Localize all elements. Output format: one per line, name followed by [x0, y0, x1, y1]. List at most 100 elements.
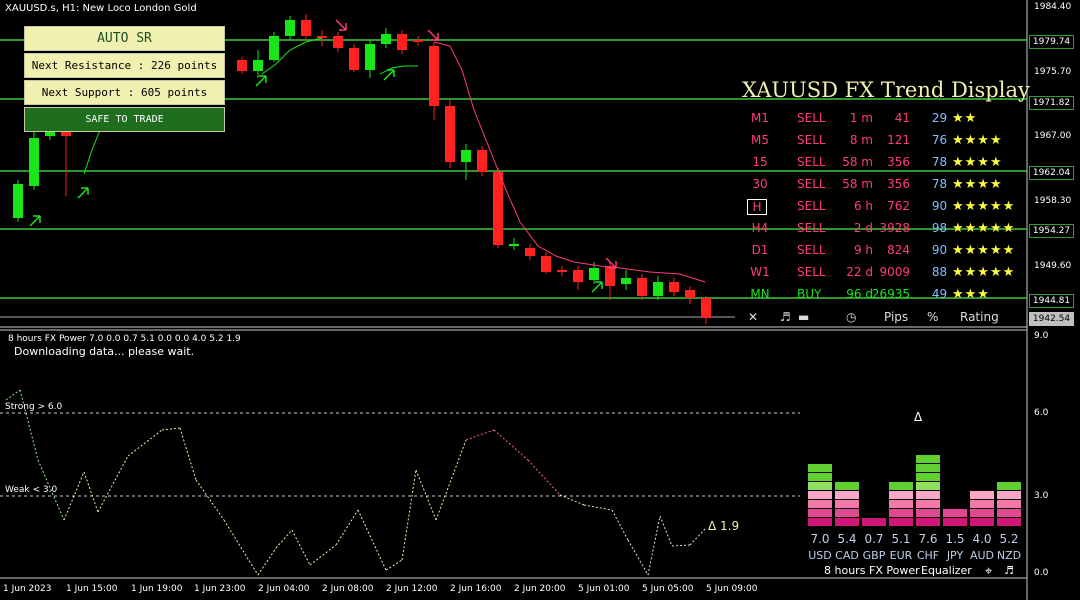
line-icon[interactable]: ▬: [798, 310, 809, 324]
candle-body: [509, 244, 519, 246]
power-line: [97, 455, 129, 513]
eq-bar-segment: [997, 482, 1021, 490]
time-tick: 2 Jun 20:00: [514, 584, 566, 594]
power-line: [611, 509, 629, 541]
eq-bar-segment: [997, 518, 1021, 526]
current-price-tag: 1942.54: [1029, 312, 1074, 326]
sell-arrow-icon: [335, 19, 347, 31]
eq-currency: CHF: [916, 549, 940, 562]
trend-timeframe[interactable]: M5: [745, 133, 775, 147]
eq-currency: NZD: [996, 549, 1022, 562]
symbol-title: XAUUSD.s, H1: New Loco London Gold: [5, 3, 197, 14]
eq-bar-segment: [835, 491, 859, 499]
eq-bar-segment: [808, 500, 832, 508]
eq-mode[interactable]: Equalizer: [921, 564, 972, 577]
pips-header[interactable]: Pips: [884, 310, 908, 324]
time-tick: 5 Jun 01:00: [578, 584, 630, 594]
candle-body: [413, 40, 423, 42]
power-line: [179, 427, 197, 481]
level-price-tag: 1979.74: [1029, 35, 1074, 49]
eq-currency: AUD: [969, 549, 995, 562]
level-price-tag: 1962.04: [1029, 166, 1074, 180]
eq-bar-segment: [970, 491, 994, 499]
next-resistance: Next Resistance : 226 points: [24, 53, 225, 78]
candle-body: [477, 150, 487, 172]
power-line: [309, 544, 337, 566]
trend-timeframe[interactable]: M1: [745, 111, 775, 125]
level-price-tag: 1971.82: [1029, 96, 1074, 110]
power-line: [401, 469, 417, 561]
time-tick: 2 Jun 04:00: [258, 584, 310, 594]
candle-body: [13, 184, 23, 218]
trend-row: M5 SELL 8 m 121 76 ★★★★: [745, 133, 1030, 153]
trend-timeframe[interactable]: H4: [745, 221, 775, 235]
eq-value: 1.5: [945, 532, 965, 546]
indicator-title: 8 hours FX Power 7.0 0.0 0.7 5.1 0.0 0.0…: [8, 334, 241, 344]
trend-timeframe[interactable]: 30: [745, 177, 775, 191]
trend-percent: 78: [931, 177, 948, 191]
bullish-ma-line: [379, 65, 418, 75]
crosshair-icon[interactable]: ⌖: [985, 564, 992, 579]
time-tick: 1 Jun 15:00: [66, 584, 118, 594]
eq-bar-segment: [808, 491, 832, 499]
candle-body: [605, 266, 615, 286]
candle-body: [301, 20, 311, 36]
eq-bar-segment: [916, 491, 940, 499]
bearish-ma-line: [433, 41, 706, 283]
power-line: [647, 515, 661, 576]
power-line: [493, 429, 529, 461]
eq-value: 5.4: [837, 532, 857, 546]
rating-header[interactable]: Rating: [960, 310, 999, 324]
power-line: [291, 529, 311, 566]
sound-icon[interactable]: ♬: [780, 310, 791, 324]
trend-pips: 26935: [871, 287, 910, 301]
power-line: [127, 429, 163, 457]
eq-bar-segment: [970, 500, 994, 508]
eq-bar-segment: [835, 509, 859, 517]
eq-bar-segment: [997, 509, 1021, 517]
power-line: [257, 547, 277, 576]
power-line: [385, 559, 403, 571]
eq-bar-segment: [808, 518, 832, 526]
eq-sound-icon[interactable]: ♬: [1004, 564, 1014, 577]
buy-arrow-icon: [77, 187, 89, 199]
eq-bar-segment: [808, 473, 832, 481]
trend-row: D1 SELL 9 h 824 90 ★★★★★: [745, 243, 1030, 263]
level-price-tag: 1954.27: [1029, 224, 1074, 238]
percent-header[interactable]: %: [927, 310, 938, 324]
eq-bar-segment: [916, 464, 940, 472]
trend-row: H SELL 6 h 762 90 ★★★★★: [745, 199, 1030, 219]
eq-bar-segment: [835, 500, 859, 508]
power-line: [527, 459, 561, 496]
eq-bar-segment: [889, 491, 913, 499]
trend-timeframe[interactable]: MN: [745, 287, 775, 301]
trend-timeframe[interactable]: 15: [745, 155, 775, 169]
trend-timeframe[interactable]: W1: [745, 265, 775, 279]
trend-timeframe[interactable]: D1: [745, 243, 775, 257]
eq-value: 7.0: [810, 532, 830, 546]
candle-body: [493, 172, 503, 245]
candle-body: [237, 60, 247, 71]
candle-body: [269, 36, 279, 60]
eq-period[interactable]: 8 hours: [824, 564, 865, 577]
clock-icon[interactable]: ◷: [846, 310, 856, 324]
eq-bar-segment: [835, 518, 859, 526]
candle-body: [637, 278, 647, 296]
eq-name[interactable]: FX Power: [869, 564, 920, 577]
trend-pips: 762: [887, 199, 910, 213]
eq-bar-segment: [889, 500, 913, 508]
trend-percent: 98: [931, 221, 948, 235]
trend-rating: ★★★★: [952, 155, 1003, 170]
eq-value: 4.0: [972, 532, 992, 546]
price-tick: 1984.40: [1034, 2, 1072, 12]
trend-percent: 88: [931, 265, 948, 279]
close-icon[interactable]: ✕: [748, 310, 758, 324]
time-tick: 1 Jun 19:00: [131, 584, 183, 594]
eq-bar-segment: [916, 473, 940, 481]
candle-body: [669, 282, 679, 292]
trend-rating: ★★★★★: [952, 243, 1016, 258]
next-support: Next Support : 605 points: [24, 80, 225, 105]
trend-timeframe[interactable]: H: [747, 199, 767, 215]
candle-body: [621, 278, 631, 284]
delta-marker: Δ: [914, 410, 923, 424]
